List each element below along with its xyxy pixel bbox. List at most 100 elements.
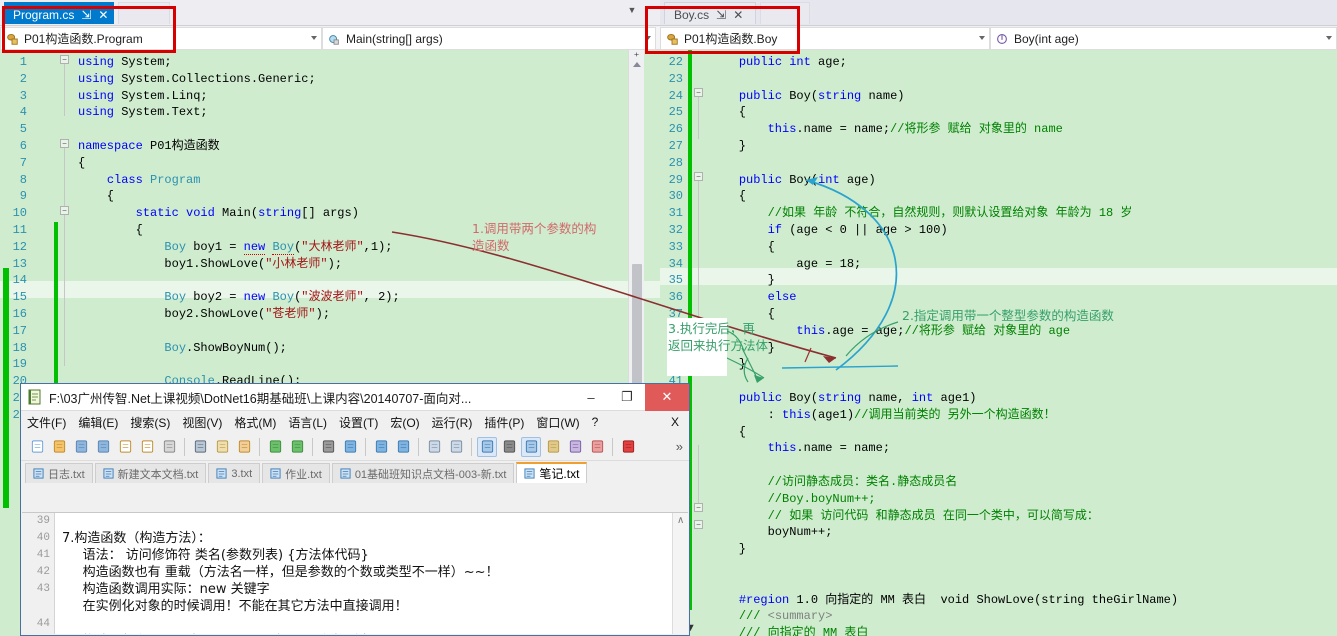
code-line[interactable]	[78, 121, 660, 138]
npp-document-tab[interactable]: 日志.txt	[25, 463, 93, 483]
npp-document-text[interactable]: 7.构造函数（构造方法）： 语法： 访问修饰符 类名(参数列表) {方法体代码}…	[62, 513, 670, 634]
code-line[interactable]: namespace P01构造函数	[78, 138, 660, 155]
code-line[interactable]	[78, 272, 660, 289]
code-line[interactable]: using System.Text;	[78, 104, 660, 121]
npp-close-doc-button[interactable]: X	[671, 415, 679, 429]
code-line[interactable]: Boy.ShowBoyNum();	[78, 340, 660, 357]
code-line[interactable]: class Program	[78, 172, 660, 189]
npp-line[interactable]	[62, 513, 670, 530]
copy-icon[interactable]	[212, 437, 232, 457]
replace-icon[interactable]	[340, 437, 360, 457]
code-line[interactable]: }	[710, 272, 1337, 289]
close-icon[interactable]: ✕	[733, 9, 743, 21]
npp-vertical-scrollbar[interactable]: ∧	[672, 513, 688, 634]
sync-scroll-h-icon[interactable]	[446, 437, 466, 457]
npp-text-editor[interactable]: 39 40 41 42 43 44 45 7.构造函数（构造方法）： 语法： 访问修饰符 …	[22, 512, 688, 634]
code-line[interactable]	[78, 323, 660, 340]
code-line[interactable]: using System.Collections.Generic;	[78, 71, 660, 88]
code-line[interactable]: #region 1.0 向指定的 MM 表白 void ShowLove(str…	[710, 592, 1337, 609]
code-line[interactable]	[78, 356, 660, 373]
npp-document-tab[interactable]: 作业.txt	[262, 463, 330, 483]
code-line[interactable]: boy2.ShowLove("苍老师");	[78, 306, 660, 323]
npp-menu-item[interactable]: 文件(F)	[27, 414, 66, 431]
code-line[interactable]: //访问静态成员：类名.静态成员名	[710, 474, 1337, 491]
code-line[interactable]: {	[710, 188, 1337, 205]
code-line[interactable]: {	[710, 424, 1337, 441]
npp-menu-item[interactable]: 运行(R)	[432, 414, 473, 431]
code-line[interactable]: public int age;	[710, 54, 1337, 71]
npp-document-tab[interactable]: 3.txt	[208, 463, 261, 483]
chevron-down-icon[interactable]	[1326, 36, 1332, 40]
npp-document-tab[interactable]: 新建文本文档.txt	[94, 463, 207, 483]
code-text-right[interactable]: public int age; public Boy(string name) …	[710, 54, 1337, 636]
npp-menu-item[interactable]: ?	[592, 415, 599, 429]
npp-line[interactable]: 语法： 访问修饰符 类名(参数列表) {方法体代码}	[62, 547, 670, 564]
code-line[interactable]: }	[710, 356, 1337, 373]
type-dropdown-right[interactable]: P01构造函数.Boy	[660, 27, 990, 50]
code-line[interactable]: }	[710, 340, 1337, 357]
code-line[interactable]: this.age = age;//将形参 赋给 对象里的 age	[710, 323, 1337, 340]
npp-menu-item[interactable]: 编辑(E)	[78, 414, 118, 431]
new-file-icon[interactable]	[27, 437, 47, 457]
code-line[interactable]	[710, 575, 1337, 592]
maximize-button[interactable]: ❐	[609, 384, 645, 411]
npp-menu-item[interactable]: 插件(P)	[484, 414, 524, 431]
tab-program-cs[interactable]: Program.cs ⇲ ✕	[4, 2, 114, 24]
npp-titlebar[interactable]: F:\03广州传智.Net上课视频\DotNet16期基础班\上课内容\2014…	[21, 383, 689, 411]
member-dropdown-left[interactable]: Main(string[] args)	[322, 27, 656, 50]
code-line[interactable]: public Boy(string name, int age1)	[710, 390, 1337, 407]
npp-line[interactable]: 构造函数也有 重载（方法名一样，但是参数的个数或类型不一样）~~！	[62, 564, 670, 581]
fold-toggle-icon[interactable]: −	[60, 139, 69, 148]
fold-toggle-icon[interactable]: −	[694, 520, 703, 529]
member-dropdown-right[interactable]: Boy(int age)	[990, 27, 1337, 50]
toolbar-overflow-button[interactable]: »	[676, 439, 683, 454]
code-line[interactable]: public Boy(string name)	[710, 88, 1337, 105]
paste-icon[interactable]	[234, 437, 254, 457]
code-line[interactable]: this.name = name;	[710, 440, 1337, 457]
code-line[interactable]: }	[710, 541, 1337, 558]
code-line[interactable]: {	[710, 104, 1337, 121]
code-line[interactable]: using System;	[78, 54, 660, 71]
npp-menu-item[interactable]: 格式(M)	[234, 414, 276, 431]
code-line[interactable]: {	[78, 188, 660, 205]
fold-toggle-icon[interactable]: −	[60, 55, 69, 64]
npp-menu-item[interactable]: 搜索(S)	[130, 414, 170, 431]
code-line[interactable]: else	[710, 289, 1337, 306]
code-line[interactable]: /// <summary>	[710, 608, 1337, 625]
npp-line[interactable]: 构造函数调用实际：new 关键字	[62, 581, 670, 598]
fold-toggle-icon[interactable]: −	[694, 503, 703, 512]
chevron-down-icon[interactable]	[645, 36, 651, 40]
save-all-icon[interactable]	[93, 437, 113, 457]
close-button[interactable]: ✕	[645, 383, 689, 411]
npp-menu-item[interactable]: 设置(T)	[339, 414, 378, 431]
npp-line[interactable]: 7.构造函数（构造方法）：	[62, 530, 670, 547]
code-line[interactable]: if (age < 0 || age > 100)	[710, 222, 1337, 239]
code-line[interactable]: age = 18;	[710, 256, 1337, 273]
npp-line[interactable]: 在实例化对象的时候调用！不能在其它方法中直接调用！	[62, 598, 670, 615]
pin-icon[interactable]: ⇲	[716, 9, 726, 21]
code-line[interactable]: //如果 年龄 不符合，自然规则，则默认设置给对象 年龄为 18 岁	[710, 205, 1337, 222]
code-line[interactable]: boyNum++;	[710, 524, 1337, 541]
open-file-icon[interactable]	[49, 437, 69, 457]
user-lang-icon[interactable]	[565, 437, 585, 457]
npp-line[interactable]	[62, 616, 670, 633]
chevron-down-icon[interactable]: ▼	[626, 5, 638, 19]
code-line[interactable]: boy1.ShowLove("小林老师");	[78, 256, 660, 273]
npp-document-tab[interactable]: 01基础班知识点文档-003-新.txt	[331, 463, 515, 483]
undo-icon[interactable]	[265, 437, 285, 457]
save-icon[interactable]	[71, 437, 91, 457]
fold-toggle-icon[interactable]: −	[694, 172, 703, 181]
close-file-icon[interactable]	[115, 437, 135, 457]
code-line[interactable]: //Boy.boyNum++;	[710, 491, 1337, 508]
code-line[interactable]: using System.Linq;	[78, 88, 660, 105]
code-line[interactable]: this.name = name;//将形参 赋给 对象里的 name	[710, 121, 1337, 138]
npp-menu-item[interactable]: 视图(V)	[182, 414, 222, 431]
code-line[interactable]: // 如果 访问代码 和静态成员 在同一个类中，可以简写成：	[710, 508, 1337, 525]
code-line[interactable]: {	[710, 239, 1337, 256]
code-line[interactable]: Boy boy2 = new Boy("波波老师", 2);	[78, 289, 660, 306]
npp-line[interactable]: 构造函数之间 可以相互调用：通过 :this(参数列表) 来调用！	[62, 633, 670, 635]
word-wrap-icon[interactable]	[477, 436, 497, 457]
scroll-up-icon[interactable]: ∧	[677, 515, 684, 526]
code-line[interactable]	[710, 373, 1337, 390]
zoom-in-icon[interactable]	[371, 437, 391, 457]
